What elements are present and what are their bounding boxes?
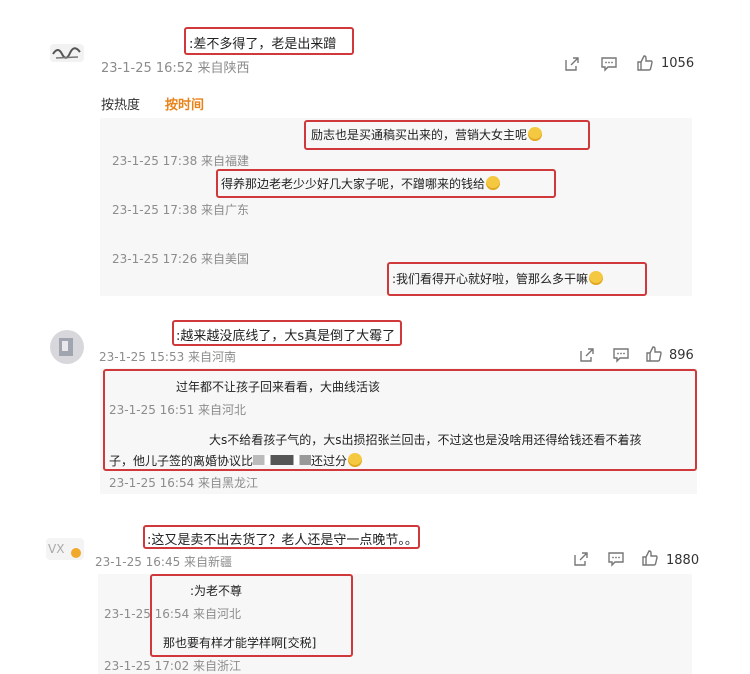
avatar[interactable]: VX	[46, 538, 84, 560]
sort-by-hot-tab[interactable]: 按热度	[101, 94, 140, 113]
reply-meta: 23-1-25 16:54 来自河北	[104, 607, 242, 621]
like-icon[interactable]	[641, 549, 659, 567]
reply-meta: 23-1-25 17:26 来自美国	[112, 252, 250, 266]
avatar[interactable]	[50, 44, 84, 62]
comment-icon[interactable]	[607, 550, 625, 568]
comment-text: :差不多得了，老是出来蹭	[189, 37, 337, 52]
smiley-emoji	[589, 271, 604, 285]
like-count: 1056	[661, 56, 695, 71]
avatar[interactable]	[50, 330, 84, 364]
like-count: 896	[669, 348, 694, 363]
reply-meta: 23-1-25 16:54 来自黑龙江	[109, 476, 259, 490]
avatar-photo-icon	[59, 338, 73, 356]
share-icon[interactable]	[563, 55, 581, 73]
reply-meta: 23-1-25 17:38 来自福建	[112, 154, 250, 168]
svg-text:VX: VX	[48, 542, 64, 556]
redacted-mark	[253, 455, 312, 465]
reply-text: :我们看得开心就好啦，管那么多干嘛	[392, 270, 604, 287]
comment-meta: 23-1-25 16:52 来自陕西	[101, 61, 250, 76]
like-count: 1880	[666, 553, 700, 568]
smiley-emoji	[348, 453, 363, 467]
reply-meta: 23-1-25 17:02 来自浙江	[104, 659, 242, 673]
reply-text: 得养那边老老少少好几大家子呢，不蹭哪来的钱给	[221, 175, 501, 192]
comment-text: :越来越没底线了，大s真是倒了大霉了	[176, 329, 396, 344]
reply-text: 过年都不让孩子回来看看，大曲线活该	[176, 380, 381, 394]
reply-text: :为老不尊	[190, 584, 243, 598]
reply-text: 励志也是买通稿买出来的，营销大女主呢	[311, 126, 543, 143]
comment-meta: 23-1-25 16:45 来自新疆	[95, 555, 233, 569]
sort-by-time-tab[interactable]: 按时间	[165, 94, 204, 113]
reply-text: 那也要有样才能学样啊[交税]	[163, 636, 317, 650]
comment-text: :这又是卖不出去货了？老人还是守一点晚节。。	[147, 533, 418, 548]
avatar-logo-icon: VX	[48, 542, 81, 558]
reply-text: 大s不给看孩子气的，大s出损招张兰回击，不过这也是没啥用还得给钱还看不着孩	[209, 433, 642, 447]
share-icon[interactable]	[578, 346, 596, 364]
avatar-scribble-icon	[52, 47, 81, 59]
reply-text: 子，他儿子签的离婚协议比 还过分	[109, 452, 363, 469]
share-icon[interactable]	[572, 550, 590, 568]
comment-meta: 23-1-25 15:53 来自河南	[99, 350, 237, 364]
comment-icon[interactable]	[612, 346, 630, 364]
reply-meta: 23-1-25 17:38 来自广东	[112, 203, 250, 217]
smiley-emoji	[486, 176, 501, 190]
comment-icon[interactable]	[600, 55, 618, 73]
like-icon[interactable]	[636, 54, 654, 72]
like-icon[interactable]	[645, 345, 663, 363]
smiley-emoji	[528, 127, 543, 141]
reply-meta: 23-1-25 16:51 来自河北	[109, 403, 247, 417]
